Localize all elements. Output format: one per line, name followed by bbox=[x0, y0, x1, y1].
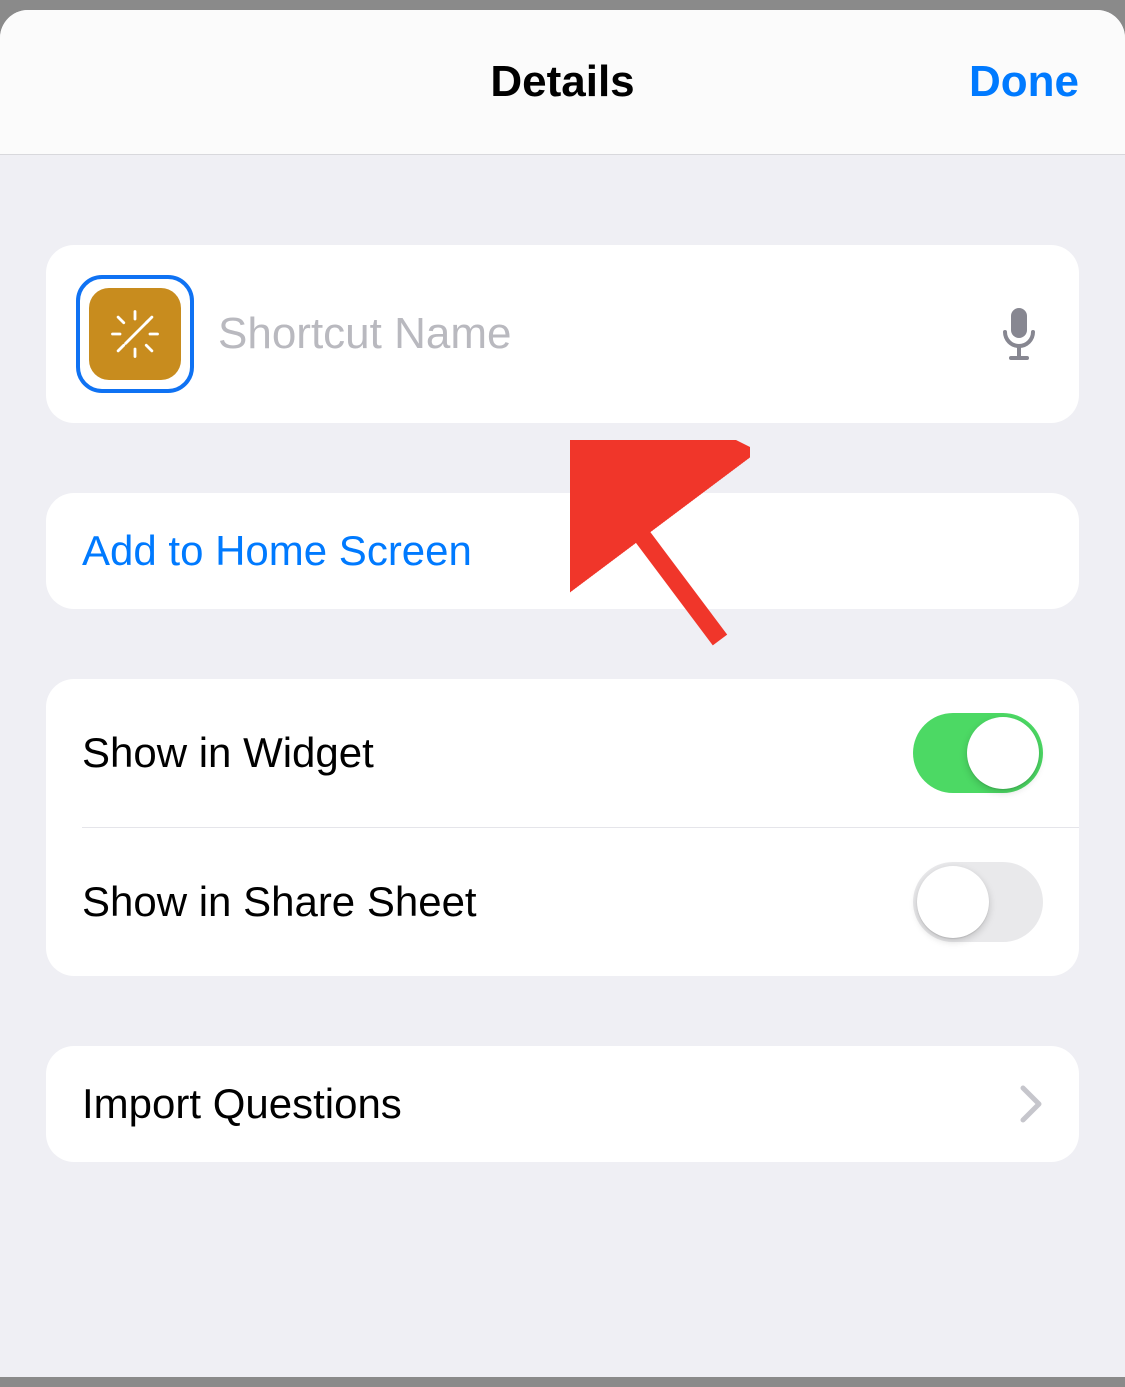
show-in-share-sheet-toggle[interactable] bbox=[913, 862, 1043, 942]
import-group: Import Questions bbox=[46, 1046, 1079, 1162]
shortcut-icon-button[interactable] bbox=[76, 275, 194, 393]
magic-wand-icon bbox=[89, 288, 181, 380]
import-questions-label: Import Questions bbox=[82, 1080, 551, 1128]
add-to-home-screen-button[interactable]: Add to Home Screen bbox=[46, 493, 1079, 609]
details-sheet: Details Done bbox=[0, 10, 1125, 1377]
nav-bar: Details Done bbox=[0, 10, 1125, 155]
done-button[interactable]: Done bbox=[969, 57, 1079, 107]
page-title: Details bbox=[490, 57, 634, 107]
modal-backdrop: Details Done bbox=[0, 0, 1125, 1387]
show-in-share-sheet-label: Show in Share Sheet bbox=[82, 878, 498, 926]
show-in-widget-label: Show in Widget bbox=[82, 729, 498, 777]
microphone-icon bbox=[999, 306, 1039, 362]
show-in-widget-toggle[interactable] bbox=[913, 713, 1043, 793]
shortcut-name-row bbox=[46, 245, 1079, 423]
import-questions-button[interactable]: Import Questions bbox=[46, 1046, 1079, 1162]
shortcut-identity-group bbox=[46, 245, 1079, 423]
home-screen-group: Add to Home Screen bbox=[46, 493, 1079, 609]
show-in-widget-row: Show in Widget bbox=[46, 679, 1079, 827]
show-in-share-sheet-row: Show in Share Sheet bbox=[46, 828, 1079, 976]
content: Add to Home Screen Show in Widget Show i… bbox=[0, 155, 1125, 1162]
chevron-right-icon bbox=[1019, 1084, 1043, 1124]
dictation-button[interactable] bbox=[989, 304, 1049, 364]
visibility-group: Show in Widget Show in Share Sheet bbox=[46, 679, 1079, 976]
shortcut-name-input[interactable] bbox=[218, 309, 989, 359]
